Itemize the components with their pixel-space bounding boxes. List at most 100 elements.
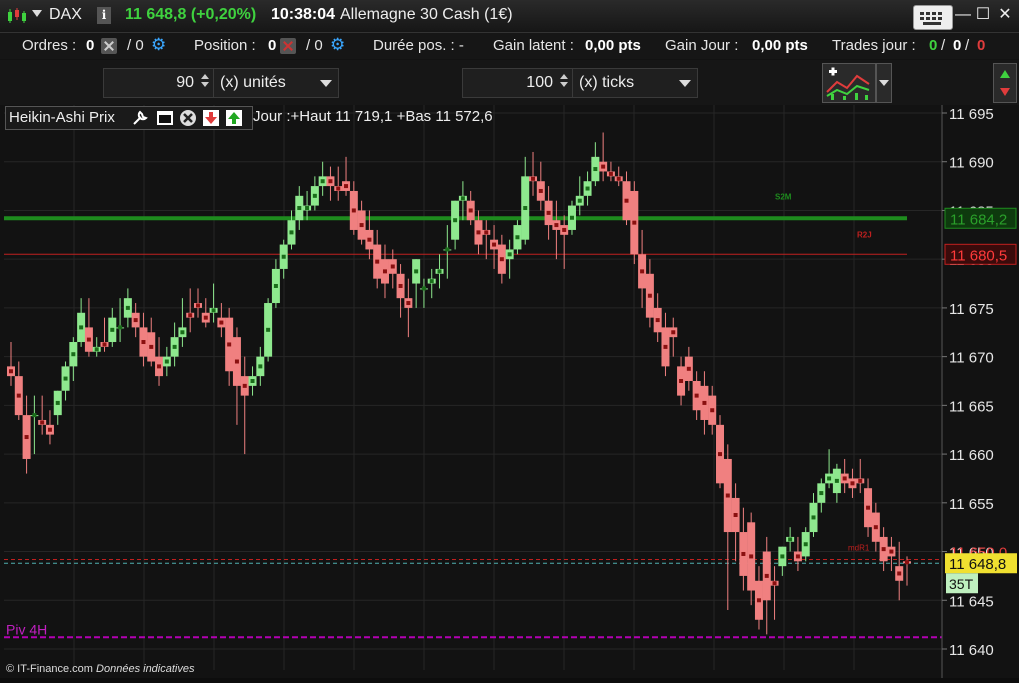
candle-marker	[632, 220, 637, 225]
remove-icon[interactable]	[179, 109, 197, 127]
wrench-icon[interactable]	[131, 109, 149, 127]
orders-settings-gear-icon[interactable]: ⚙	[151, 36, 169, 54]
trading-window: DAX i 11 648,8 (+0,20%) 10:38:04 Allemag…	[0, 0, 1019, 678]
candle-marker	[460, 196, 465, 201]
candle-marker	[312, 193, 317, 198]
candle-marker	[710, 408, 715, 413]
order-arrows-icon	[1000, 70, 1010, 96]
y-tick-label: 11 690	[949, 155, 994, 172]
candle-marker	[375, 259, 380, 264]
ticks-stepper[interactable]: 100	[462, 68, 574, 98]
candle	[567, 200, 576, 235]
stepper-arrows-icon[interactable]	[198, 71, 212, 93]
svg-text:11 684,2: 11 684,2	[950, 211, 1007, 228]
ticks-unit-select[interactable]: (x) ticks	[572, 68, 698, 98]
cancel-orders-icon[interactable]	[101, 38, 117, 54]
instrument-name: Allemagne 30 Cash (1€)	[340, 6, 513, 23]
candle-marker	[593, 167, 598, 172]
y-tick-label: 11 665	[949, 398, 994, 415]
candle-marker	[725, 493, 730, 498]
maximize-button[interactable]: ☐	[973, 5, 993, 25]
candle-marker	[897, 571, 902, 576]
candle-marker	[866, 505, 871, 510]
stepper-arrows-icon[interactable]	[557, 71, 571, 93]
price-chart[interactable]: S2MR2JmdR1Piv 4H 11 69511 69011 68511 68…	[0, 105, 1019, 678]
candle-marker	[484, 230, 489, 235]
trades-flat: 0	[953, 37, 962, 54]
chevron-down-icon	[679, 80, 691, 87]
candle-marker	[180, 330, 185, 335]
candle-marker	[203, 315, 208, 320]
y-tick-label: 11 660	[949, 447, 994, 464]
candle-marker	[63, 376, 68, 381]
copyright-text: © IT-Finance.com	[6, 663, 93, 675]
candle-marker	[523, 206, 528, 211]
candle-marker	[811, 515, 816, 520]
position-pending: / 0	[306, 37, 323, 54]
trades-sep: /	[941, 37, 946, 54]
candle-marker	[889, 549, 894, 554]
candle-marker	[414, 269, 419, 274]
candle-marker	[733, 513, 738, 517]
svg-text:35T: 35T	[949, 576, 974, 592]
candle-marker	[102, 342, 107, 347]
candle-marker	[32, 413, 37, 418]
candle-marker	[9, 369, 13, 374]
symbol-dropdown-icon[interactable]	[32, 10, 42, 17]
candle-marker	[647, 293, 652, 298]
candlestick-chart[interactable]: S2MR2JmdR1Piv 4H 11 69511 69011 68511 68…	[0, 105, 1019, 678]
candle-marker	[250, 379, 255, 383]
candle-marker	[795, 554, 800, 559]
info-button[interactable]: i	[97, 7, 111, 24]
candle-marker	[297, 206, 302, 211]
add-indicator-button[interactable]	[822, 63, 876, 103]
minimize-button[interactable]: —	[953, 5, 973, 25]
close-position-icon[interactable]	[280, 38, 296, 54]
symbol-name[interactable]: DAX	[49, 6, 82, 24]
sell-arrow-icon[interactable]	[202, 109, 220, 127]
position-count: 0	[268, 37, 277, 54]
candle-marker	[569, 215, 574, 220]
candle	[513, 220, 522, 255]
candle-marker	[624, 198, 629, 203]
svg-text:11 680,5: 11 680,5	[950, 247, 1007, 264]
candle-marker	[219, 320, 224, 325]
keyboard-icon[interactable]	[913, 5, 953, 30]
trades-loss: 0	[977, 37, 986, 54]
level-tag: Piv 4H	[6, 621, 47, 637]
position-settings-gear-icon[interactable]: ⚙	[330, 36, 348, 54]
close-button[interactable]: ✕	[995, 5, 1015, 25]
candle-marker	[702, 400, 707, 405]
window-icon[interactable]	[156, 109, 174, 127]
candle-marker	[305, 206, 310, 211]
ticks-unit-label: (x) ticks	[579, 74, 635, 91]
indicator-legend-box[interactable]: Heikin-Ashi Prix	[5, 106, 253, 130]
trading-status-bar: Ordres : 0 / 0 ⚙ Position : 0 / 0 ⚙ Duré…	[0, 33, 1019, 59]
candle-marker	[655, 318, 660, 323]
candle-marker	[141, 340, 146, 345]
candle-marker	[538, 188, 543, 193]
level-tag: mdR1	[848, 544, 870, 553]
indicator-dropdown-button[interactable]	[876, 63, 892, 103]
candle-marker	[125, 305, 130, 310]
candle-marker	[616, 176, 621, 181]
svg-text:11 648,8: 11 648,8	[949, 556, 1006, 573]
chevron-down-icon	[320, 80, 332, 87]
candle-marker	[640, 269, 645, 274]
quantity-stepper[interactable]: 90	[103, 68, 215, 98]
trades-sep: /	[965, 37, 970, 54]
candle-marker	[507, 252, 512, 257]
axis-level-label: 11 680,5	[944, 243, 1017, 265]
candle-marker	[492, 242, 497, 247]
y-tick-label: 11 645	[949, 593, 994, 610]
side-panel-button[interactable]	[993, 63, 1017, 103]
trades-label: Trades jour :	[832, 37, 916, 54]
y-tick-label: 11 655	[949, 496, 994, 513]
y-tick-label: 11 675	[949, 301, 994, 318]
candle-marker	[71, 352, 76, 357]
candle-marker	[468, 208, 473, 213]
candle-marker	[788, 537, 793, 542]
buy-arrow-icon[interactable]	[225, 109, 243, 127]
quantity-unit-select[interactable]: (x) unités	[213, 68, 339, 98]
candle-marker	[110, 327, 115, 332]
